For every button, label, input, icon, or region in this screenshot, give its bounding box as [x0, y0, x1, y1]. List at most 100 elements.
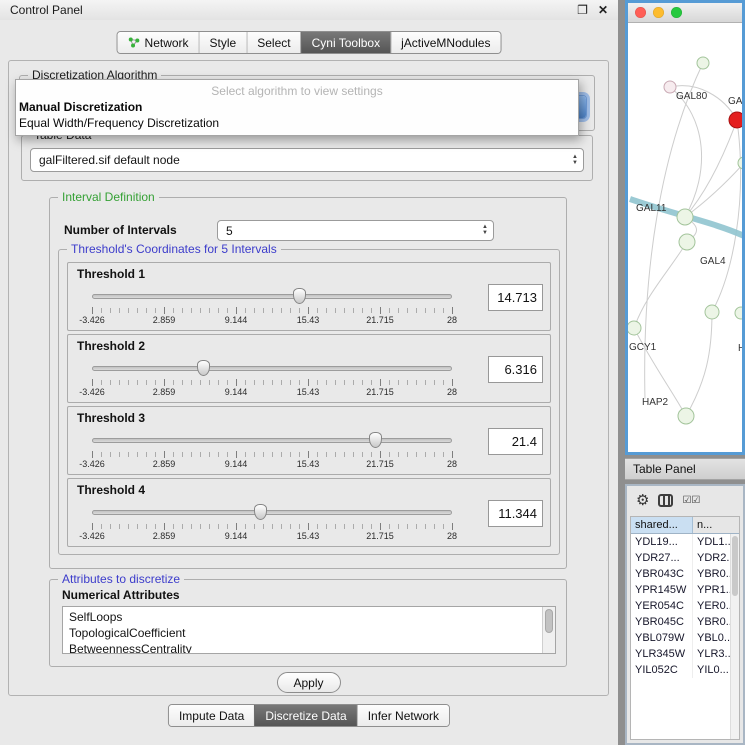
attribute-item-betweennesscentrality[interactable]: BetweennessCentrality	[69, 641, 555, 654]
network-node[interactable]	[677, 209, 693, 225]
slider-track[interactable]	[92, 294, 452, 299]
slider-thumb[interactable]	[197, 360, 210, 376]
dropdown-option-manual-discretization[interactable]: Manual Discretization	[16, 99, 578, 115]
tab-discretize-data[interactable]: Discretize Data	[254, 705, 356, 726]
numerical-attributes-label: Numerical Attributes	[62, 588, 180, 602]
tick-label: 28	[447, 459, 457, 469]
network-node[interactable]	[738, 157, 742, 169]
bottom-tab-bar: Impute DataDiscretize Data Infer Network	[168, 704, 450, 727]
network-canvas[interactable]: GAL80 GA GAL11 GAL4 GCY1 H HAP2	[628, 23, 742, 452]
thresholds-group: Threshold's Coordinates for 5 Intervals …	[58, 249, 560, 555]
table-row[interactable]: YIL052CYIL0...	[631, 662, 739, 678]
table-rows: YDL19...YDL1...YDR27...YDR2...YBR043CYBR…	[631, 534, 739, 678]
table-data-group: Table Data galFiltered.sif default node …	[21, 135, 593, 181]
float-window-icon[interactable]: ❐	[577, 4, 588, 16]
scrollbar-thumb[interactable]	[545, 609, 553, 633]
scrollbar-thumb[interactable]	[732, 536, 738, 596]
tab-label: Infer Network	[368, 709, 439, 723]
slider-track[interactable]	[92, 438, 452, 443]
table-data-combobox[interactable]: galFiltered.sif default node ▲ ▼	[30, 148, 584, 172]
column-header-name[interactable]: n...	[693, 517, 739, 533]
table-row[interactable]: YBR043CYBR0...	[631, 566, 739, 582]
column-header-shared-name[interactable]: shared...	[631, 517, 693, 533]
tab-label: Style	[210, 36, 237, 50]
tab-select[interactable]: Select	[246, 32, 300, 53]
thresholds-body: Threshold 1 -3.4262.8599.14415.4321.71528…	[67, 262, 551, 548]
threshold-slider[interactable]	[92, 359, 452, 377]
selected-red-node[interactable]	[729, 112, 742, 128]
close-traffic-light[interactable]	[635, 7, 646, 18]
network-node[interactable]	[628, 321, 641, 335]
close-icon[interactable]: ✕	[598, 4, 608, 16]
threshold-label: Threshold 1	[77, 267, 145, 281]
table-row[interactable]: YDR27...YDR2...	[631, 550, 739, 566]
network-icon	[128, 36, 141, 49]
attributes-list[interactable]: SelfLoopsTopologicalCoefficientBetweenne…	[62, 606, 556, 654]
tab-infer-network[interactable]: Infer Network	[357, 705, 449, 726]
network-node[interactable]	[735, 307, 742, 319]
threshold-value-field[interactable]: 11.344	[488, 500, 543, 527]
attribute-item-topologicalcoefficient[interactable]: TopologicalCoefficient	[69, 625, 555, 641]
select-rows-icon[interactable]: ☑☑	[682, 495, 700, 506]
screen: Control Panel ❐ ✕ NetworkStyleSelectCyni…	[0, 0, 745, 745]
table-row[interactable]: YER054CYER0...	[631, 598, 739, 614]
threshold-slider[interactable]	[92, 503, 452, 521]
network-window-titlebar	[628, 3, 742, 23]
network-node[interactable]	[664, 81, 676, 93]
network-node[interactable]	[705, 305, 719, 319]
tab-impute-data[interactable]: Impute Data	[169, 705, 254, 726]
tick-label: 9.144	[225, 531, 248, 541]
interval-definition-group: Interval Definition Number of Intervals …	[49, 197, 567, 569]
table-row[interactable]: YBL079WYBL0...	[631, 630, 739, 646]
attributes-group: Attributes to discretize Numerical Attri…	[49, 579, 567, 667]
group-label: Attributes to discretize	[58, 572, 184, 586]
attribute-item-selfloops[interactable]: SelfLoops	[69, 609, 555, 625]
column-chooser-icon[interactable]	[658, 494, 673, 507]
slider-tick-labels: -3.4262.8599.14415.4321.71528	[92, 387, 452, 398]
number-of-intervals-label: Number of Intervals	[64, 220, 177, 240]
dropdown-option-equal-width-frequency-discretization[interactable]: Equal Width/Frequency Discretization	[16, 115, 578, 131]
tab-network[interactable]: Network	[118, 32, 199, 53]
table-row[interactable]: YDL19...YDL1...	[631, 534, 739, 550]
threshold-slider[interactable]	[92, 431, 452, 449]
number-of-intervals-combobox[interactable]: 5 ▲ ▼	[217, 220, 494, 241]
combobox-stepper[interactable]: ▲ ▼	[477, 225, 493, 236]
threshold-value-field[interactable]: 6.316	[488, 356, 543, 383]
slider-tick-labels: -3.4262.8599.14415.4321.71528	[92, 459, 452, 470]
network-graph[interactable]: GAL80 GA GAL11 GAL4 GCY1 H HAP2	[628, 23, 742, 452]
network-node[interactable]	[697, 57, 709, 69]
table-row[interactable]: YLR345WYLR3...	[631, 646, 739, 662]
tick-label: -3.426	[79, 387, 105, 397]
tick-label: 9.144	[225, 387, 248, 397]
apply-button[interactable]: Apply	[276, 672, 340, 693]
attributes-list-items: SelfLoopsTopologicalCoefficientBetweenne…	[69, 609, 555, 654]
dropdown-options: Manual DiscretizationEqual Width/Frequen…	[16, 99, 578, 131]
slider-track[interactable]	[92, 510, 452, 515]
threshold-value-field[interactable]: 21.4	[488, 428, 543, 455]
threshold-label: Threshold 4	[77, 483, 145, 497]
tab-jactivemnodules[interactable]: jActiveMNodules	[390, 32, 500, 53]
table-row[interactable]: YBR045CYBR0...	[631, 614, 739, 630]
slider-thumb[interactable]	[369, 432, 382, 448]
minimize-traffic-light[interactable]	[653, 7, 664, 18]
table-row[interactable]: YPR145WYPR1...	[631, 582, 739, 598]
threshold-slider[interactable]	[92, 287, 452, 305]
list-scrollbar[interactable]	[542, 607, 555, 653]
zoom-traffic-light[interactable]	[671, 7, 682, 18]
network-node[interactable]	[678, 408, 694, 424]
network-node[interactable]	[679, 234, 695, 250]
cell-shared-name: YLR345W	[631, 646, 693, 662]
cell-shared-name: YER054C	[631, 598, 693, 614]
combobox-stepper[interactable]: ▲ ▼	[567, 155, 583, 166]
table-scrollbar[interactable]	[730, 534, 739, 739]
slider-thumb[interactable]	[254, 504, 267, 520]
threshold-value-field[interactable]: 14.713	[488, 284, 543, 311]
slider-thumb[interactable]	[293, 288, 306, 304]
table-panel-title: Table Panel	[633, 462, 696, 476]
gear-icon[interactable]: ⚙	[636, 493, 649, 508]
tick-label: 15.43	[297, 315, 320, 325]
slider-track[interactable]	[92, 366, 452, 371]
tick-label: 2.859	[153, 387, 176, 397]
tab-cyni-toolbox[interactable]: Cyni Toolbox	[301, 32, 390, 53]
tab-style[interactable]: Style	[199, 32, 247, 53]
